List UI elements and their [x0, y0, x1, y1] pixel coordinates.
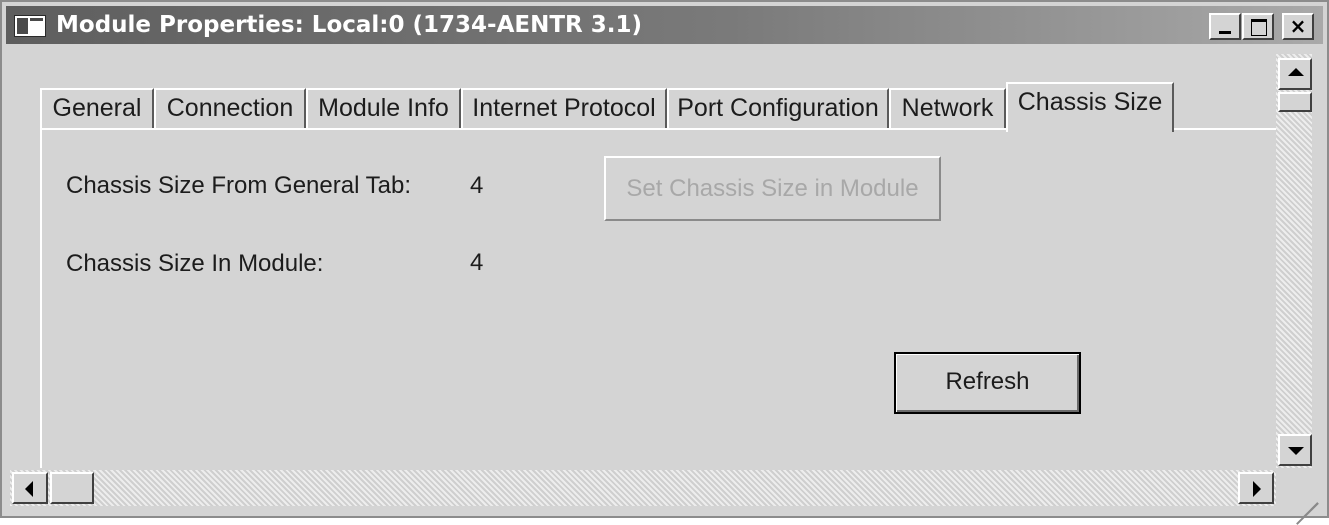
resize-grip-icon[interactable] — [1278, 472, 1322, 525]
set-chassis-size-button[interactable]: Set Chassis Size in Module — [604, 156, 941, 221]
chassis-size-in-module-label: Chassis Size In Module: — [66, 250, 324, 277]
title-bar[interactable]: Module Properties: Local:0 (1734-AENTR 3… — [6, 6, 1323, 44]
tab-module-info-label: Module Info — [318, 94, 449, 122]
refresh-button[interactable]: Refresh — [894, 352, 1081, 414]
scroll-down-button[interactable] — [1278, 434, 1312, 466]
chassis-size-from-general-value: 4 — [470, 172, 484, 199]
scroll-right-button[interactable] — [1238, 472, 1274, 504]
close-icon: × — [1289, 14, 1307, 38]
arrow-right-icon — [1253, 481, 1261, 497]
tab-network[interactable]: Network — [889, 88, 1006, 128]
tab-internet-protocol[interactable]: Internet Protocol — [461, 88, 667, 128]
tab-port-configuration-label: Port Configuration — [677, 94, 879, 122]
tab-internet-protocol-label: Internet Protocol — [472, 94, 656, 122]
chassis-size-from-general-label: Chassis Size From General Tab: — [66, 172, 412, 199]
arrow-down-icon — [1288, 447, 1304, 455]
tab-general-label: General — [52, 94, 142, 122]
chassis-size-in-module-value: 4 — [470, 249, 484, 276]
maximize-button[interactable] — [1242, 13, 1274, 40]
scroll-left-button[interactable] — [12, 472, 48, 504]
arrow-left-icon — [25, 481, 33, 497]
vertical-scrollbar[interactable] — [1276, 54, 1312, 468]
tab-chassis-size[interactable]: Chassis Size — [1006, 82, 1174, 132]
horizontal-scrollbar[interactable] — [10, 470, 1276, 506]
vertical-scroll-thumb[interactable] — [1278, 92, 1312, 112]
window-title: Module Properties: Local:0 (1734-AENTR 3… — [56, 12, 642, 38]
tab-general[interactable]: General — [40, 88, 154, 128]
horizontal-scroll-thumb[interactable] — [50, 472, 94, 504]
arrow-up-icon — [1288, 68, 1304, 76]
tab-port-configuration[interactable]: Port Configuration — [667, 88, 889, 128]
app-window-icon[interactable] — [14, 15, 46, 37]
tab-chassis-size-label: Chassis Size — [1017, 88, 1163, 116]
tab-connection[interactable]: Connection — [154, 88, 306, 128]
close-button[interactable]: × — [1282, 13, 1314, 40]
tab-module-info[interactable]: Module Info — [306, 88, 461, 128]
scroll-up-button[interactable] — [1278, 58, 1312, 90]
minimize-button[interactable] — [1209, 13, 1241, 40]
tab-network-label: Network — [901, 94, 994, 122]
tab-connection-label: Connection — [166, 94, 294, 122]
